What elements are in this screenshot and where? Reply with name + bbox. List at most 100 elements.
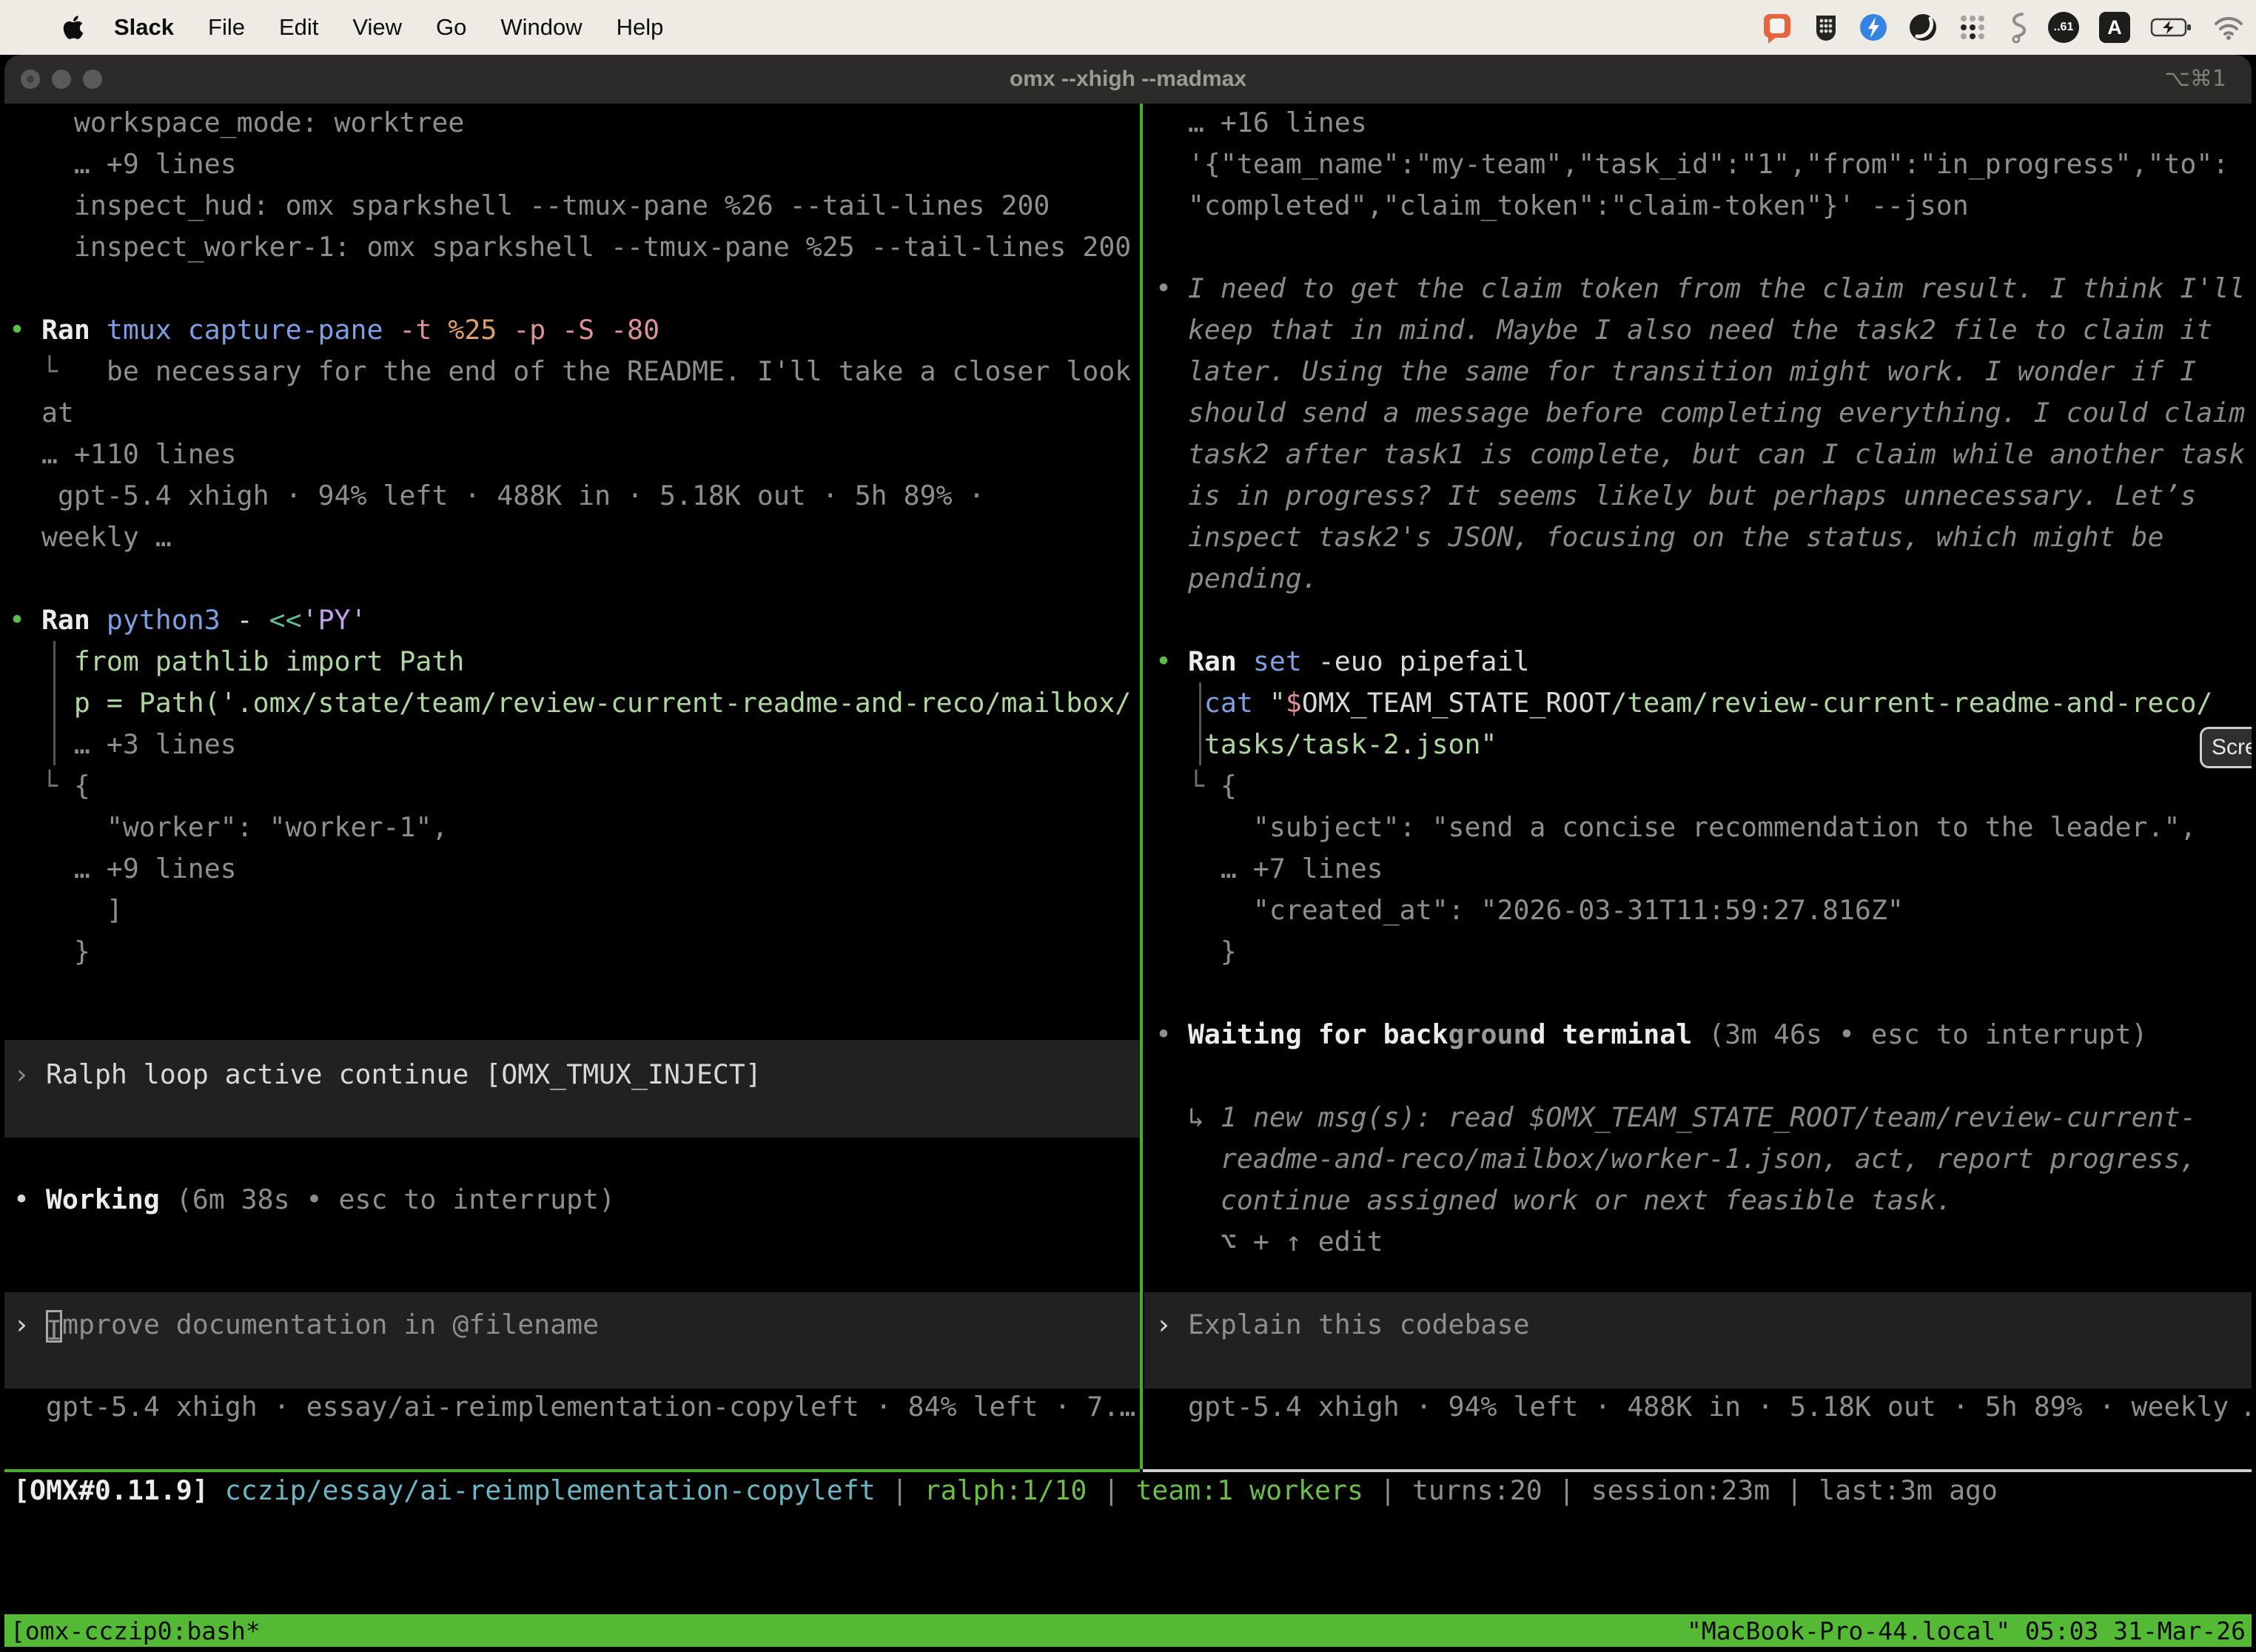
omx-session-status-row: [OMX#0.11.9] cczip/essay/ai-reimplementa… — [13, 1470, 1998, 1511]
terminal-row: } — [9, 931, 1135, 973]
right-model-status: gpt-5.4 xhigh · 94% left · 488K in · 5.1… — [1188, 1386, 2252, 1428]
terminal-window: omx --xhigh --madmax ⌥⌘1 workspace_mode:… — [4, 55, 2252, 1652]
terminal-text-segment: " — [1269, 687, 1286, 719]
terminal-text-segment: workspace_mode: worktree — [9, 107, 464, 138]
menu-item-go[interactable]: Go — [419, 14, 483, 40]
menu-item-slack[interactable]: Slack — [84, 14, 191, 40]
right-prompt-input[interactable]: › Explain this codebase — [1155, 1304, 1529, 1346]
screen-share-chip[interactable]: Scre — [2200, 727, 2252, 768]
left-pane-output: workspace_mode: worktree … +9 lines insp… — [9, 102, 1135, 976]
menu-items: SlackFileEditViewGoWindowHelp — [84, 14, 680, 41]
input-placeholder: mprove documentation in @filename — [62, 1309, 599, 1340]
terminal-row: keep that in mind. Maybe I also need the… — [1155, 309, 2252, 351]
terminal-text-segment: } — [9, 936, 90, 967]
terminal-text-segment: ralph:1/10 — [924, 1474, 1087, 1506]
terminal-row — [1155, 973, 2252, 1014]
menu-item-file[interactable]: File — [191, 14, 262, 40]
terminal-row: … +3 lines — [9, 724, 1135, 765]
terminal-row: … +110 lines — [9, 434, 1135, 475]
terminal-text-segment: d terminal — [1529, 1018, 1692, 1050]
terminal-text-segment: - — [221, 604, 253, 636]
terminal-text-segment: (3m 46s • esc to interrupt) — [1692, 1018, 2147, 1050]
menu-item-help[interactable]: Help — [600, 14, 681, 40]
terminal-row: ] — [9, 890, 1135, 931]
terminal-row: ⌥ + ↑ edit — [1155, 1221, 2252, 1263]
terminal-row: inspect task2's JSON, focusing on the st… — [1155, 517, 2252, 558]
terminal-text-segment: team:1 workers — [1135, 1474, 1363, 1506]
a-badge[interactable]: A — [2099, 12, 2130, 43]
apple-menu-icon[interactable] — [62, 14, 84, 41]
terminal-row: '{"team_name":"my-team","task_id":"1","f… — [1155, 144, 2252, 185]
terminal-text-segment: "completed","claim_token":"claim-token"}… — [1155, 189, 1969, 221]
shield-grid-icon[interactable] — [1813, 13, 1839, 42]
prompt-chevron: › — [13, 1309, 46, 1340]
tmux-status-bar: [omx-cczip0:bash* "MacBook-Pro-44.local"… — [4, 1614, 2252, 1647]
terminal-row — [9, 268, 1135, 309]
terminal-row: "worker": "worker-1", — [9, 807, 1135, 848]
battery-icon[interactable] — [2150, 16, 2193, 38]
terminal-row — [9, 558, 1135, 600]
terminal-text-segment: tmux capture-pane — [90, 314, 383, 346]
terminal-row: later. Using the same for transition mig… — [1155, 351, 2252, 392]
menu-bar-status-area: ..61 A — [1761, 11, 2244, 44]
loop-notice-row: › Ralph loop active continue [OMX_TMUX_I… — [13, 1054, 762, 1095]
menu-item-window[interactable]: Window — [483, 14, 599, 40]
pane-divider-vertical[interactable] — [1140, 104, 1143, 1469]
terminal-row: continue assigned work or next feasible … — [1155, 1180, 2252, 1221]
terminal-text-segment: inspect task2's JSON, focusing on the st… — [1155, 521, 2163, 553]
tmux-session-label[interactable]: [omx-cczip0:bash* — [10, 1616, 261, 1645]
terminal-text-segment: • — [1155, 645, 1188, 677]
terminal-text-segment: • — [1155, 1018, 1188, 1050]
a-badge-label: A — [2107, 16, 2122, 39]
terminal-text-segment: … +110 lines — [9, 438, 237, 470]
terminal-text-segment: from pathlib import Path — [9, 645, 464, 677]
terminal-row — [1155, 600, 2252, 641]
terminal-row: • Working (6m 38s • esc to interrupt) — [13, 1179, 615, 1220]
terminal-text-segment: '{"team_name":"my-team","task_id":"1","f… — [1155, 148, 2229, 180]
terminal-text-segment: Waiting for back — [1188, 1018, 1448, 1050]
menu-item-edit[interactable]: Edit — [262, 14, 335, 40]
terminal-text-segment: -p -S -80 — [497, 314, 659, 346]
terminal-text-segment: cat — [1155, 687, 1269, 719]
left-model-status: gpt-5.4 xhigh · essay/ai-reimplementatio… — [46, 1386, 1135, 1428]
screen-recording-icon[interactable] — [1761, 11, 1793, 44]
bolt-circle-icon[interactable] — [1859, 13, 1888, 42]
input-placeholder: Explain this codebase — [1188, 1309, 1529, 1340]
terminal-text-segment: | — [1087, 1474, 1135, 1506]
terminal-text-segment: • — [9, 604, 41, 636]
window-title: omx --xhigh --madmax — [4, 55, 2252, 104]
left-prompt-input[interactable]: › Improve documentation in @filename — [13, 1304, 599, 1346]
terminal-text-segment: • — [13, 1183, 46, 1215]
wifi-icon[interactable] — [2213, 15, 2244, 40]
terminal-row: } — [1155, 931, 2252, 973]
terminal-row — [1155, 226, 2252, 268]
dots-grid-icon[interactable] — [1958, 13, 1987, 42]
terminal-text-segment: later. Using the same for transition mig… — [1155, 355, 2196, 387]
arc-swoosh-icon[interactable] — [1908, 13, 1938, 42]
percent-badge[interactable]: ..61 — [2048, 12, 2079, 43]
terminal-text-segment: inspect_hud: omx sparkshell --tmux-pane … — [9, 189, 1050, 221]
window-title-bar[interactable]: omx --xhigh --madmax ⌥⌘1 — [4, 55, 2252, 104]
terminal-text-segment: … +3 lines — [9, 728, 237, 760]
terminal-text-segment: set — [1237, 645, 1302, 677]
terminal-text-segment: • — [9, 314, 41, 346]
s-curve-icon[interactable] — [2007, 11, 2028, 44]
terminal-row: └ be necessary for the end of the README… — [9, 351, 1135, 392]
terminal-text-segment: › — [13, 1058, 46, 1090]
terminal-row: … +9 lines — [9, 144, 1135, 185]
terminal-text-segment: • — [1155, 272, 1188, 304]
terminal-text-segment: is in progress? It seems likely but perh… — [1155, 480, 2196, 511]
terminal-text-segment: … +7 lines — [1155, 853, 1383, 884]
terminal-row: pending. — [1155, 558, 2252, 600]
right-pane-output: … +16 lines '{"team_name":"my-team","tas… — [1155, 102, 2252, 1264]
terminal-row: ↳ 1 new msg(s): read $OMX_TEAM_STATE_ROO… — [1155, 1097, 2252, 1138]
terminal-row: tasks/task-2.json" — [1155, 724, 2252, 765]
terminal-row: … +16 lines — [1155, 102, 2252, 144]
terminal-text-segment: } — [1155, 936, 1237, 967]
terminal-row: "subject": "send a concise recommendatio… — [1155, 807, 2252, 848]
terminal-text-segment: -t — [383, 314, 432, 346]
window-shortcut-hint: ⌥⌘1 — [2164, 55, 2226, 104]
menu-item-view[interactable]: View — [335, 14, 419, 40]
terminal-text-segment: (6m 38s • esc to interrupt) — [160, 1183, 615, 1215]
terminal-text-segment: [OMX#0.11.9] — [13, 1474, 225, 1506]
